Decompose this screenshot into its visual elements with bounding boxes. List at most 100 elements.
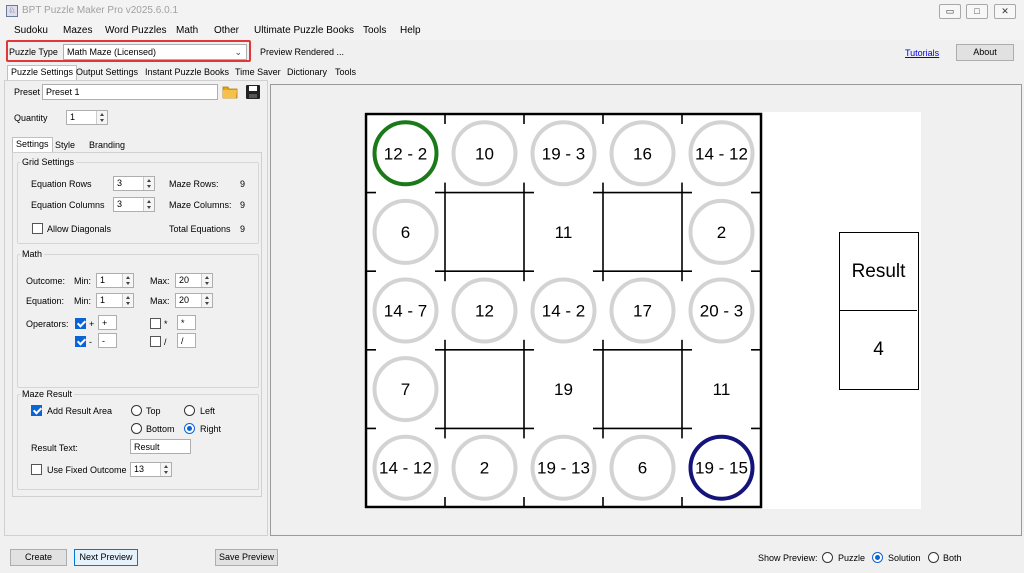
show-solution-label: Solution (888, 553, 921, 563)
equation-label: Equation: (26, 296, 65, 306)
outcome-label: Outcome: (26, 276, 66, 286)
op-div-input[interactable]: / (177, 333, 196, 348)
maze-cell-label: 11 (555, 223, 573, 242)
create-button[interactable]: Create (10, 549, 67, 566)
spin-arrows-icon[interactable] (160, 463, 171, 476)
menu-math[interactable]: Math (176, 25, 198, 36)
next-preview-button[interactable]: Next Preview (74, 549, 138, 566)
op-mul-checkbox[interactable] (150, 318, 161, 329)
menu-tools[interactable]: Tools (363, 25, 386, 36)
op-plus-symbol: + (89, 319, 95, 329)
tab-puzzle-settings[interactable]: Puzzle Settings (7, 65, 78, 80)
equation-rows-value: 3 (117, 178, 123, 188)
status-text: Preview Rendered ... (260, 47, 345, 57)
subtab-style[interactable]: Style (52, 139, 78, 153)
menu-bar: Sudoku Mazes Word Puzzles Math Other Ult… (0, 22, 1024, 40)
fixed-outcome-label: Use Fixed Outcome (47, 465, 127, 475)
op-plus-input[interactable]: + (98, 315, 117, 330)
maze-rows-value: 9 (240, 179, 246, 189)
outcome-min-label: Min: (74, 276, 92, 286)
about-button[interactable]: About (956, 44, 1014, 61)
op-div-checkbox[interactable] (150, 336, 161, 347)
maze-cell-label: 2 (480, 459, 489, 478)
total-equations-value: 9 (240, 224, 246, 234)
subtab-settings[interactable]: Settings (12, 137, 53, 152)
add-result-area-label: Add Result Area (47, 406, 113, 416)
radio-right[interactable] (184, 423, 195, 434)
radio-bottom[interactable] (131, 423, 142, 434)
preset-input[interactable]: Preset 1 (42, 84, 218, 100)
add-result-area-checkbox[interactable] (31, 405, 42, 416)
folder-icon[interactable] (222, 84, 238, 100)
menu-sudoku[interactable]: Sudoku (14, 25, 48, 36)
allow-diagonals-checkbox[interactable] (32, 223, 43, 234)
maze-cell-label: 10 (475, 144, 494, 163)
spin-arrows-icon[interactable] (143, 177, 154, 190)
outcome-max-stepper[interactable]: 20 (175, 273, 213, 288)
op-div-symbol: / (164, 337, 167, 347)
quantity-label: Quantity (14, 113, 48, 123)
op-minus-input[interactable]: - (98, 333, 117, 348)
spin-arrows-icon[interactable] (201, 274, 212, 287)
result-box-value: 4 (873, 339, 884, 360)
spin-arrows-icon[interactable] (201, 294, 212, 307)
menu-help[interactable]: Help (400, 25, 421, 36)
quantity-stepper[interactable]: 1 (66, 110, 108, 125)
spin-arrows-icon[interactable] (122, 274, 133, 287)
fixed-outcome-stepper[interactable]: 13 (130, 462, 172, 477)
equation-min-stepper[interactable]: 1 (96, 293, 134, 308)
tab-time-saver[interactable]: Time Saver (232, 66, 284, 80)
op-mul-input[interactable]: * (177, 315, 196, 330)
equation-max-label: Max: (150, 296, 170, 306)
menu-mazes[interactable]: Mazes (63, 25, 92, 36)
tab-dictionary[interactable]: Dictionary (284, 66, 330, 80)
maze-cell-label: 2 (717, 223, 726, 242)
menu-word-puzzles[interactable]: Word Puzzles (105, 25, 167, 36)
quantity-value: 1 (70, 112, 76, 122)
allow-diagonals-label: Allow Diagonals (47, 224, 112, 234)
tab-tools[interactable]: Tools (332, 66, 359, 80)
title-bar: ♘ BPT Puzzle Maker Pro v2025.6.0.1 ▭ □ ✕ (0, 0, 1024, 22)
maze-cell-label: 6 (401, 223, 410, 242)
radio-bottom-label: Bottom (146, 424, 175, 434)
tutorials-link[interactable]: Tutorials (905, 48, 939, 58)
subtab-branding[interactable]: Branding (86, 139, 128, 153)
equation-columns-stepper[interactable]: 3 (113, 197, 155, 212)
spin-arrows-icon[interactable] (96, 111, 107, 124)
math-title: Math (20, 249, 45, 259)
result-text-input[interactable]: Result (130, 439, 191, 454)
fixed-outcome-checkbox[interactable] (31, 464, 42, 475)
equation-max-stepper[interactable]: 20 (175, 293, 213, 308)
spin-arrows-icon[interactable] (143, 198, 154, 211)
save-icon[interactable] (245, 84, 261, 100)
total-equations-label: Total Equations (169, 224, 231, 234)
maximize-button[interactable]: □ (966, 4, 988, 19)
show-both-radio[interactable] (928, 552, 939, 563)
maze-columns-value: 9 (240, 200, 246, 210)
operators-label: Operators: (26, 319, 69, 329)
save-preview-button[interactable]: Save Preview (215, 549, 278, 566)
maze-cell-label: 11 (713, 380, 731, 399)
highlight-box (6, 40, 251, 62)
bottom-bar (0, 540, 1024, 573)
show-puzzle-radio[interactable] (822, 552, 833, 563)
outcome-min-stepper[interactable]: 1 (96, 273, 134, 288)
tab-output-settings[interactable]: Output Settings (73, 66, 141, 80)
show-solution-radio[interactable] (872, 552, 883, 563)
menu-ultimate-puzzle-books[interactable]: Ultimate Puzzle Books (254, 25, 354, 36)
result-box: Result 4 (839, 232, 919, 390)
op-minus-checkbox[interactable] (75, 336, 86, 347)
close-button[interactable]: ✕ (994, 4, 1016, 19)
tab-instant-puzzle-books[interactable]: Instant Puzzle Books (142, 66, 232, 80)
maze-cell-label: 19 - 3 (542, 144, 585, 163)
equation-rows-stepper[interactable]: 3 (113, 176, 155, 191)
preset-label: Preset (14, 87, 41, 97)
op-plus-checkbox[interactable] (75, 318, 86, 329)
minimize-button[interactable]: ▭ (939, 4, 961, 19)
radio-left[interactable] (184, 405, 195, 416)
maze-result-title: Maze Result (20, 389, 75, 399)
radio-top[interactable] (131, 405, 142, 416)
menu-other[interactable]: Other (214, 25, 239, 36)
spin-arrows-icon[interactable] (122, 294, 133, 307)
equation-columns-label: Equation Columns (31, 200, 105, 210)
